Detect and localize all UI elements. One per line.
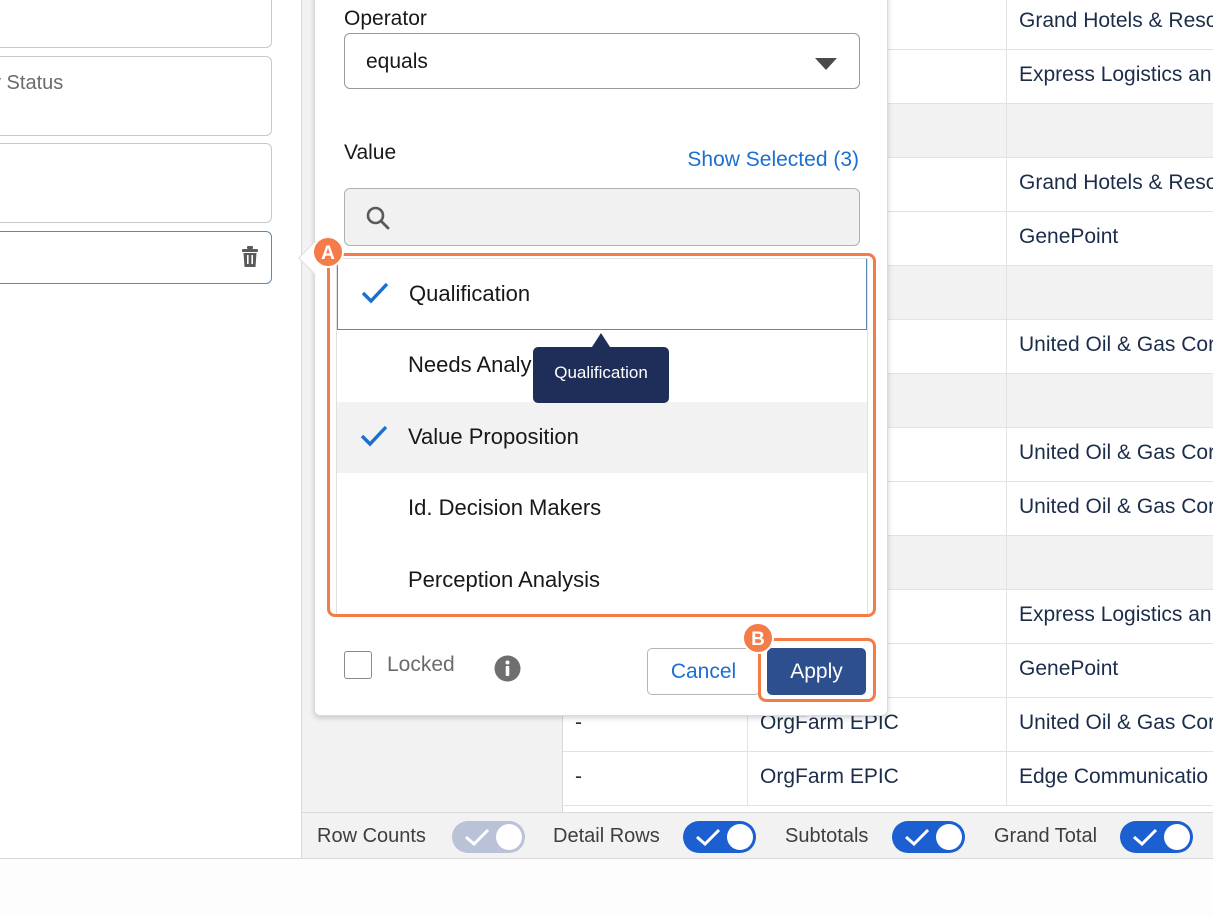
callout-a-badge: A (312, 236, 344, 268)
report-toggle-bar: Row Counts Detail Rows Subtotals Grand T… (302, 812, 1213, 858)
filter-card[interactable] (0, 0, 272, 48)
callout-b-badge: B (742, 622, 774, 654)
toggle-knob (727, 824, 753, 850)
table-cell: Grand Hotels & Reso (1006, 0, 1213, 50)
row-counts-toggle[interactable] (452, 821, 525, 853)
cancel-button[interactable]: Cancel (647, 648, 760, 695)
table-cell: United Oil & Gas Cor (1006, 428, 1213, 482)
info-icon[interactable] (494, 655, 521, 682)
value-search-input[interactable] (344, 188, 860, 246)
table-cell: Grand Hotels & Reso (1006, 158, 1213, 212)
subtotals-toggle[interactable] (892, 821, 965, 853)
table-cell: United Oil & Gas Cor (1006, 482, 1213, 536)
show-selected-link[interactable]: Show Selected (3) (687, 148, 859, 172)
chevron-down-icon (815, 58, 837, 70)
subtotals-label: Subtotals (785, 825, 869, 847)
grand-total-label: Grand Total (994, 825, 1098, 847)
table-cell: - (575, 765, 582, 788)
detail-rows-toggle[interactable] (683, 821, 756, 853)
check-icon (1133, 828, 1158, 846)
table-cell (1006, 266, 1213, 320)
table-cell: United Oil & Gas Cor (1006, 698, 1213, 752)
toggle-knob (1164, 824, 1190, 850)
toggle-knob (496, 824, 522, 850)
active-filter-card[interactable] (0, 231, 272, 284)
table-cell: Express Logistics an (1006, 50, 1213, 104)
table-cell: Edge Communicatio (1006, 752, 1213, 806)
locked-label: Locked (387, 653, 455, 676)
grand-total-toggle[interactable] (1120, 821, 1193, 853)
table-cell: OrgFarm EPIC (747, 752, 1006, 806)
callout-a-highlight (327, 253, 876, 617)
table-cell (1006, 536, 1213, 590)
table-cell (1006, 374, 1213, 428)
operator-label: Operator (344, 7, 427, 30)
check-icon (905, 828, 930, 846)
trash-icon[interactable] (240, 246, 260, 268)
table-cell (1006, 104, 1213, 158)
filter-card[interactable]: y Status (0, 56, 272, 136)
table-cell: GenePoint (1006, 644, 1213, 698)
table-cell: GenePoint (1006, 212, 1213, 266)
table-cell: Express Logistics an (1006, 590, 1213, 644)
toggle-knob (936, 824, 962, 850)
callout-b-highlight (758, 638, 876, 702)
check-icon (465, 828, 490, 846)
table-cell: United Oil & Gas Cor (1006, 320, 1213, 374)
page-footer (0, 858, 1213, 917)
row-counts-label: Row Counts (317, 825, 426, 847)
operator-select[interactable]: equals (344, 33, 860, 89)
check-icon (696, 828, 721, 846)
search-icon (366, 206, 390, 230)
table-row: - OrgFarm EPIC Edge Communicatio (563, 752, 1213, 806)
filter-card-label: y Status (0, 72, 64, 94)
operator-value: equals (366, 50, 428, 73)
filter-card[interactable] (0, 143, 272, 223)
detail-rows-label: Detail Rows (553, 825, 660, 847)
value-label: Value (344, 141, 397, 164)
locked-checkbox[interactable] (344, 651, 372, 679)
filter-panel: y Status (0, 0, 301, 858)
